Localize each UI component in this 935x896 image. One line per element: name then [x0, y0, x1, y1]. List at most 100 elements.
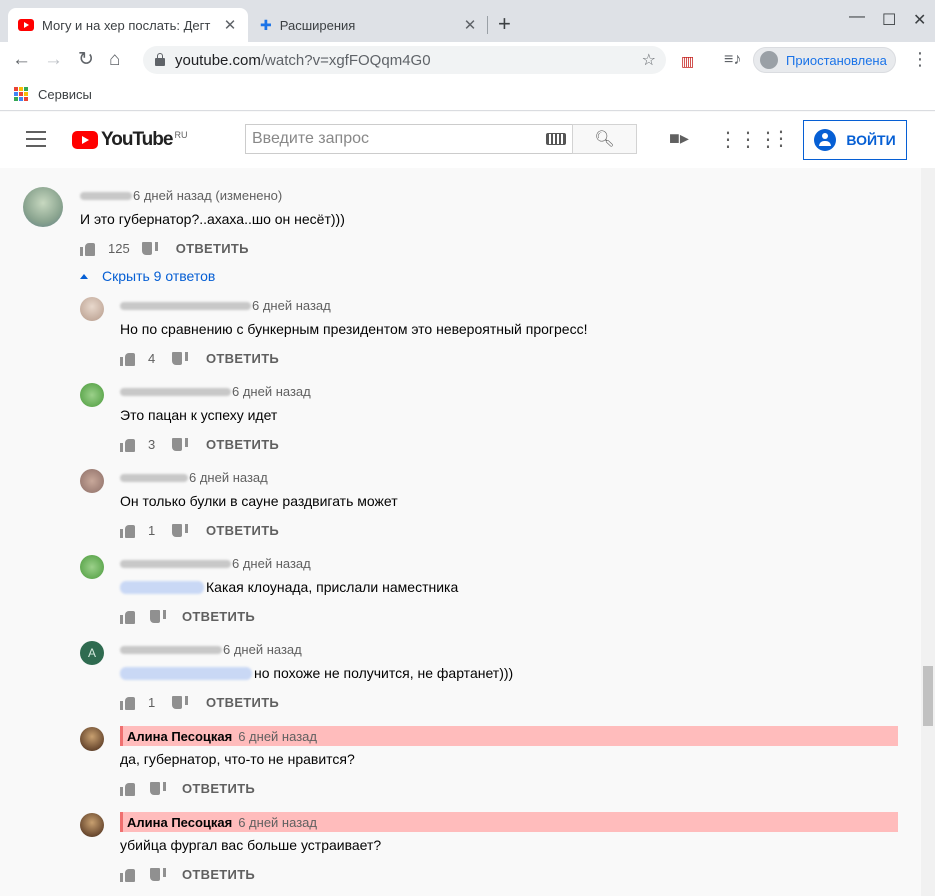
scrollbar-thumb[interactable] — [923, 666, 933, 726]
reply-button[interactable]: ОТВЕТИТЬ — [206, 351, 279, 366]
comment-actions: 3 ОТВЕТИТЬ — [120, 437, 279, 452]
comment-time[interactable]: 6 дней назад — [232, 384, 311, 399]
comment-time[interactable]: 6 дней назад — [238, 815, 317, 830]
home-icon[interactable]: ⌂ — [109, 48, 120, 72]
minimize-icon[interactable]: — — [849, 8, 865, 26]
comment-actions: ОТВЕТИТЬ — [120, 781, 255, 796]
tab-youtube[interactable]: Могу и на хер послать: Дегт ✕ — [8, 8, 248, 42]
author-name-blurred[interactable] — [120, 559, 231, 568]
youtube-logo[interactable]: YouTube RU — [72, 129, 187, 151]
author-name-blurred[interactable] — [120, 645, 222, 654]
toggle-label: Скрыть 9 ответов — [102, 268, 216, 284]
new-tab-button[interactable]: + — [498, 12, 511, 36]
dislike-icon[interactable] — [172, 437, 188, 452]
comment-time[interactable]: 6 дней назад — [238, 729, 317, 744]
comment-time[interactable]: 6 дней назад — [223, 642, 302, 657]
forward-icon[interactable]: → — [44, 48, 63, 72]
like-count: 1 — [148, 695, 156, 710]
user-icon — [814, 129, 837, 151]
profile-button[interactable]: Приостановлена — [753, 47, 896, 73]
back-icon[interactable]: ← — [12, 48, 31, 72]
comment-time[interactable]: 6 дней назад — [189, 470, 268, 485]
menu-icon[interactable] — [26, 131, 46, 147]
author-name[interactable]: Алина Песоцкая — [127, 815, 232, 830]
avatar[interactable] — [80, 813, 104, 837]
maximize-icon[interactable]: ☐ — [882, 10, 896, 30]
search-button[interactable]: 🔍︎ — [572, 124, 637, 154]
like-icon[interactable] — [120, 782, 136, 796]
author-name[interactable]: Алина Песоцкая — [127, 729, 232, 744]
reply-button[interactable]: ОТВЕТИТЬ — [206, 437, 279, 452]
reply-button[interactable]: ОТВЕТИТЬ — [182, 867, 255, 882]
create-video-icon[interactable]: ■▸ — [669, 128, 689, 149]
close-icon[interactable]: ✕ — [462, 16, 478, 34]
comment-text-body: но похоже не получится, не фартанет))) — [254, 665, 514, 681]
avatar[interactable] — [23, 187, 63, 227]
comment-text: но похоже не получится, не фартанет))) — [120, 665, 513, 681]
dislike-icon[interactable] — [172, 351, 188, 366]
youtube-play-icon — [72, 131, 98, 149]
signin-button[interactable]: ВОЙТИ — [803, 120, 907, 160]
mention-link-blurred[interactable] — [120, 580, 204, 594]
reply-button[interactable]: ОТВЕТИТЬ — [176, 241, 249, 256]
reload-icon[interactable]: ↻ — [78, 48, 94, 72]
chevron-up-icon — [80, 273, 88, 279]
author-name-blurred[interactable] — [120, 301, 251, 310]
window-close-icon[interactable]: ✕ — [913, 10, 926, 30]
like-icon[interactable] — [120, 438, 136, 452]
like-icon[interactable] — [120, 696, 136, 710]
reply-button[interactable]: ОТВЕТИТЬ — [182, 609, 255, 624]
avatar[interactable] — [80, 469, 104, 493]
browser-menu-icon[interactable]: ⋮ — [911, 47, 929, 71]
comment-time[interactable]: 6 дней назад — [252, 298, 331, 313]
like-count: 4 — [148, 351, 156, 366]
reply-button[interactable]: ОТВЕТИТЬ — [206, 695, 279, 710]
extension-icon[interactable]: ▥ — [681, 49, 694, 73]
dislike-icon[interactable] — [172, 523, 188, 538]
avatar[interactable] — [80, 297, 104, 321]
search-box — [245, 124, 573, 154]
like-icon[interactable] — [120, 610, 136, 624]
dislike-icon[interactable] — [172, 695, 188, 710]
settings-more-icon[interactable]: ⋮ — [771, 126, 791, 151]
bookmark-star-icon[interactable]: ☆ — [642, 50, 656, 70]
like-icon[interactable] — [120, 524, 136, 538]
comment-text: Это пацан к успеху идет — [120, 407, 278, 423]
mention-link-blurred[interactable] — [120, 666, 252, 680]
tab-extensions[interactable]: ✚ Расширения ✕ — [250, 8, 488, 42]
comment-time[interactable]: 6 дней назад — [232, 556, 311, 571]
avatar[interactable] — [80, 727, 104, 751]
dislike-icon[interactable] — [150, 867, 166, 882]
like-icon[interactable] — [120, 868, 136, 882]
comment-actions: 4 ОТВЕТИТЬ — [120, 351, 279, 366]
highlighted-comment-header: Алина Песоцкая 6 дней назад — [120, 812, 898, 832]
author-name-blurred[interactable] — [120, 387, 231, 396]
keyboard-icon[interactable] — [546, 133, 566, 145]
apps-grid-icon[interactable]: ⋮⋮⋮ — [718, 127, 778, 152]
address-bar[interactable]: youtube.com/watch?v=xgfFOQqm4G0 ☆ — [143, 46, 666, 74]
avatar[interactable] — [80, 383, 104, 407]
bookmarks-bar: Сервисы — [0, 78, 935, 111]
avatar[interactable] — [80, 555, 104, 579]
reply-button[interactable]: ОТВЕТИТЬ — [206, 523, 279, 538]
comment-meta: 6 дней назад — [120, 384, 311, 399]
media-control-icon[interactable]: ≡♪ — [724, 48, 741, 72]
like-icon[interactable] — [80, 242, 96, 256]
reply-button[interactable]: ОТВЕТИТЬ — [182, 781, 255, 796]
dislike-icon[interactable] — [141, 241, 158, 256]
like-icon[interactable] — [120, 352, 136, 366]
author-name-blurred[interactable] — [120, 473, 188, 482]
author-name-blurred[interactable] — [80, 191, 132, 200]
hide-replies-toggle[interactable]: Скрыть 9 ответов — [80, 268, 215, 284]
close-icon[interactable]: ✕ — [222, 16, 238, 34]
comment-meta: 6 дней назад — [120, 556, 311, 571]
comment-actions: ОТВЕТИТЬ — [120, 609, 255, 624]
search-input[interactable] — [252, 130, 546, 148]
dislike-icon[interactable] — [150, 781, 166, 796]
page-scrollbar[interactable] — [921, 168, 935, 896]
avatar[interactable]: A — [80, 641, 104, 665]
comment-time[interactable]: 6 дней назад (изменено) — [133, 188, 282, 203]
dislike-icon[interactable] — [150, 609, 166, 624]
apps-icon[interactable] — [14, 87, 28, 101]
bookmark-services[interactable]: Сервисы — [38, 87, 92, 102]
